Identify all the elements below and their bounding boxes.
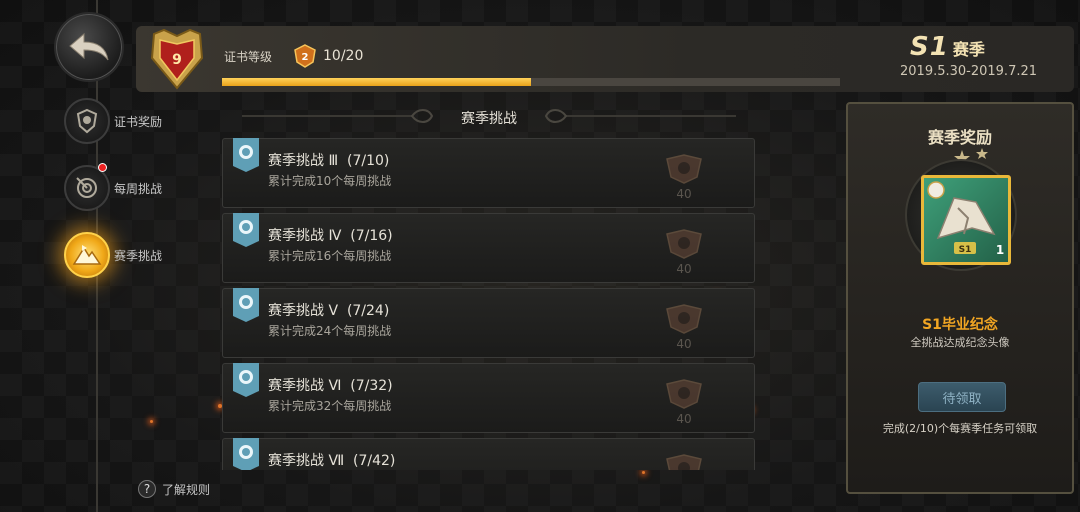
- level-medal-number: 2: [302, 52, 309, 63]
- challenge-flag-icon: [233, 213, 259, 247]
- reward-item-name: S1毕业纪念: [922, 317, 998, 333]
- rules-label: 了解规则: [162, 482, 211, 497]
- back-button[interactable]: [54, 12, 124, 82]
- list-header: 赛季挑战: [222, 98, 756, 134]
- ember-spark: [150, 420, 153, 423]
- season-reward-panel: 赛季奖励 S1 1 S1毕业纪念 全挑战达成纪念头像 待领取 完成(2/10)个…: [846, 102, 1074, 494]
- level-progress-fill: [222, 78, 531, 86]
- claim-requirement: 完成(2/10)个每赛季任务可领取: [882, 422, 1038, 435]
- challenge-desc: 累计完成24个每周挑战: [268, 324, 392, 338]
- reward-item-tag: S1: [959, 245, 972, 255]
- challenge-title: 赛季挑战 Ⅳ (7/16): [268, 228, 393, 244]
- nav-label-cert-reward: 证书奖励: [114, 114, 163, 129]
- nav-cert-reward[interactable]: 证书奖励: [64, 98, 162, 144]
- challenge-flag-icon: [233, 138, 259, 172]
- season-word: 赛季: [952, 40, 985, 59]
- reward-medal-icon: [666, 229, 702, 259]
- challenge-title: 赛季挑战 Ⅶ (7/42): [268, 453, 396, 469]
- nav-weekly-challenge[interactable]: 每周挑战: [64, 163, 163, 211]
- challenge-title: 赛季挑战 Ⅲ (7/10): [268, 153, 390, 169]
- cert-level-badge: 9: [146, 28, 208, 92]
- notification-dot: [98, 163, 107, 172]
- challenge-desc: 累计完成10个每周挑战: [268, 174, 392, 188]
- level-medal-icon: 2: [292, 43, 318, 73]
- season-dates: 2019.5.30-2019.7.21: [900, 64, 1038, 79]
- challenge-flag-icon: [233, 363, 259, 397]
- list-title: 赛季挑战: [461, 111, 517, 127]
- cert-level-label: 证书等级: [224, 50, 273, 64]
- challenge-card[interactable]: 赛季挑战 Ⅲ (7/10) 累计完成10个每周挑战 40: [222, 138, 755, 208]
- challenge-desc: 累计完成16个每周挑战: [268, 249, 392, 263]
- commemorative-avatar-icon: S1 1: [927, 181, 1004, 257]
- season-title: S1 赛季: [910, 32, 985, 66]
- reward-item-desc: 全挑战达成纪念头像: [910, 336, 1010, 349]
- nav-season-challenge[interactable]: 赛季挑战: [64, 232, 162, 278]
- challenge-title: 赛季挑战 Ⅵ (7/32): [268, 378, 393, 394]
- level-progress-text: 10/20: [323, 48, 364, 64]
- nav-label-season-challenge: 赛季挑战: [114, 248, 163, 263]
- reward-item-count: 1: [996, 243, 1004, 257]
- challenge-flag-icon: [233, 438, 259, 470]
- challenge-card[interactable]: 赛季挑战 Ⅴ (7/24) 累计完成24个每周挑战 40: [222, 288, 755, 358]
- challenge-card[interactable]: 赛季挑战 Ⅳ (7/16) 累计完成16个每周挑战 40: [222, 213, 755, 283]
- reward-points: 40: [676, 262, 692, 276]
- challenge-card[interactable]: 赛季挑战 Ⅶ (7/42) 40: [222, 438, 755, 470]
- reward-points: 40: [676, 412, 692, 426]
- reward-medal-icon: [666, 454, 702, 470]
- challenge-card[interactable]: 赛季挑战 Ⅵ (7/32) 累计完成32个每周挑战 40: [222, 363, 755, 433]
- season-challenge-list[interactable]: 赛季挑战 Ⅲ (7/10) 累计完成10个每周挑战 40 赛季挑战 Ⅳ (7/1…: [222, 138, 756, 470]
- reward-panel-title: 赛季奖励: [927, 128, 992, 147]
- certificate-icon: [64, 98, 110, 144]
- reward-avatar-frame[interactable]: S1 1: [921, 175, 1011, 265]
- reward-points: 40: [676, 187, 692, 201]
- ember-spark: [642, 471, 645, 474]
- mountain-icon: [64, 232, 110, 278]
- rules-link[interactable]: ? 了解规则: [138, 480, 210, 498]
- reward-medal-icon: [666, 154, 702, 184]
- challenge-flag-icon: [233, 288, 259, 322]
- level-progress-bar: [222, 78, 840, 86]
- question-icon: ?: [138, 480, 156, 498]
- reward-medal-icon: [666, 379, 702, 409]
- cert-level-number: 9: [172, 52, 182, 68]
- reward-medal-icon: [666, 304, 702, 334]
- challenge-title: 赛季挑战 Ⅴ (7/24): [268, 303, 390, 319]
- reward-points: 40: [676, 337, 692, 351]
- challenge-desc: 累计完成32个每周挑战: [268, 399, 392, 413]
- back-arrow-icon: [69, 32, 109, 61]
- nav-label-weekly-challenge: 每周挑战: [114, 181, 163, 196]
- season-tag: S1: [910, 32, 949, 62]
- claim-button[interactable]: 待领取: [918, 382, 1006, 412]
